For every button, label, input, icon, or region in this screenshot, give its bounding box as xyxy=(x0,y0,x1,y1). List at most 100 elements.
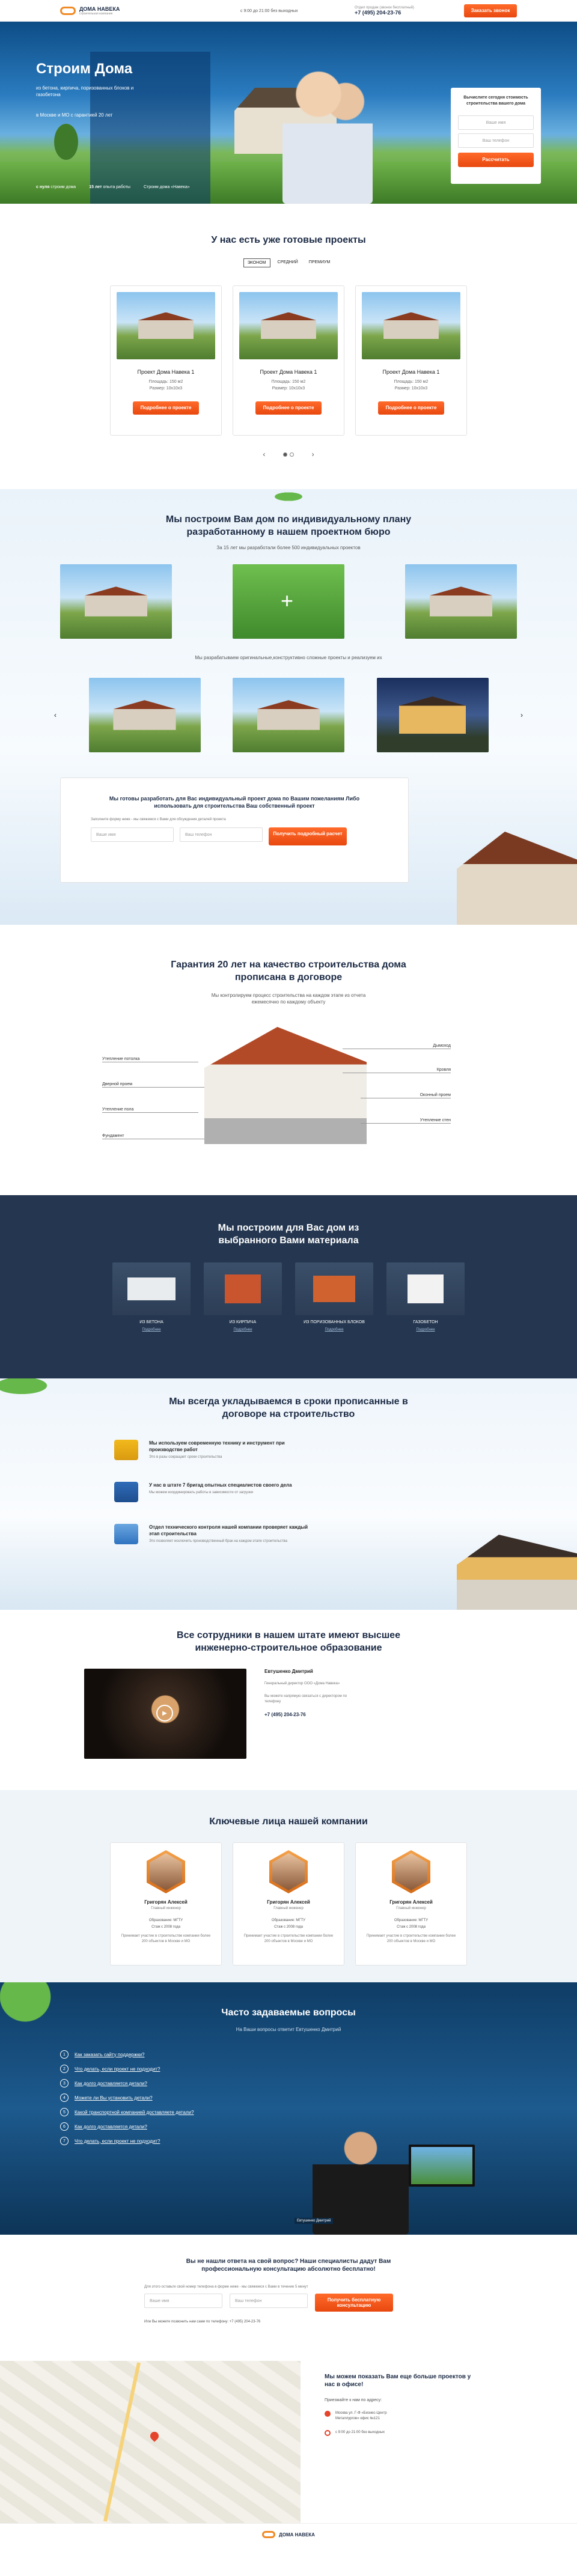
location-icon xyxy=(325,2411,331,2417)
prev-arrow-icon[interactable]: ‹ xyxy=(263,450,265,458)
work-hours: с 9:00 до 21:00 без выходных xyxy=(240,8,298,13)
slider-photo[interactable] xyxy=(88,678,201,752)
tv-image xyxy=(409,2145,475,2187)
faq-question[interactable]: Какой транспортной компанией доставляете… xyxy=(75,2110,194,2115)
faq-item[interactable]: 1 Как заказать сайту поддержки? xyxy=(60,2047,517,2062)
map-pin-icon[interactable] xyxy=(148,2430,160,2442)
project-details-button[interactable]: Подробнее о проекте xyxy=(255,401,322,415)
logo[interactable]: ДОМА НАВЕКА строительная компания xyxy=(60,6,198,16)
deadline-item-text: Это позволяет исключить производственный… xyxy=(149,1539,287,1543)
individual-form-title: Мы готовы разработать для Вас индивидуал… xyxy=(109,796,360,809)
faq-question[interactable]: Как долго доставляется детали? xyxy=(75,2081,147,2086)
individual-name-input[interactable]: Ваше имя xyxy=(91,827,174,842)
deadline-item-title: Отдел технического контроля нашей компан… xyxy=(149,1524,308,1536)
hero-stats: с нуля строим дома 15 лет опыта работы С… xyxy=(36,185,190,189)
contact-submit-button[interactable]: Получить бесплатную консультацию xyxy=(315,2294,393,2312)
faq-question[interactable]: Что делать, если проект не подходит? xyxy=(75,2066,160,2072)
project-name: Проект Дома Навека 1 xyxy=(382,369,440,375)
play-icon[interactable]: ▶ xyxy=(156,1705,173,1722)
custom-project-image[interactable]: + xyxy=(233,564,344,639)
faq-question[interactable]: Как долго доставляется детали? xyxy=(75,2124,147,2130)
faq-question[interactable]: Можете ли Вы установить детали? xyxy=(75,2095,153,2101)
faq-item[interactable]: 4 Можете ли Вы установить детали? xyxy=(60,2090,517,2105)
hero-form: Вычислите сегодня стоимость строительств… xyxy=(451,88,541,184)
project-size: Размер: 10х10х3 xyxy=(149,386,183,391)
staff-video[interactable]: ▶ xyxy=(84,1669,246,1759)
material-link[interactable]: Подробнее xyxy=(295,1328,373,1332)
label-floor-insulation: Утепление пола xyxy=(102,1107,198,1113)
individual-submit-button[interactable]: Получить подробный расчет xyxy=(269,827,347,845)
deadline-item: Отдел технического контроля нашей компан… xyxy=(114,1524,517,1560)
faq-question[interactable]: Что делать, если проект не подходит? xyxy=(75,2139,160,2144)
inspection-icon xyxy=(114,1524,138,1544)
footer-logo[interactable]: ДОМА НАВЕКА xyxy=(262,2531,315,2538)
custom-project-image[interactable] xyxy=(405,564,517,639)
slider-photo[interactable] xyxy=(376,678,489,752)
member-exp: Стаж с 2008 года xyxy=(397,1925,426,1929)
project-area: Площадь: 150 м2 xyxy=(148,380,183,384)
contact-section: Вы не нашли ответа на свой вопрос? Наши … xyxy=(0,2235,577,2361)
project-details-button[interactable]: Подробнее о проекте xyxy=(378,401,444,415)
faq-item[interactable]: 3 Как долго доставляется детали? xyxy=(60,2076,517,2090)
pager-dot[interactable] xyxy=(289,452,294,457)
hero-name-input[interactable]: Ваше имя xyxy=(458,115,534,130)
map-widget[interactable] xyxy=(0,2361,301,2523)
material-image xyxy=(112,1262,191,1315)
material-item[interactable]: ИЗ ПОРИЗОВАННЫХ БЛОКОВ Подробнее xyxy=(295,1262,373,1332)
custom-project-image[interactable] xyxy=(60,564,172,639)
contact-phone-input[interactable]: Ваш телефон xyxy=(230,2294,308,2308)
project-details-button[interactable]: Подробнее о проекте xyxy=(133,401,199,415)
hero-submit-button[interactable]: Рассчитать xyxy=(458,153,534,167)
tab-medium[interactable]: СРЕДНИЙ xyxy=(274,258,302,267)
map-title: Мы можем показать Вам еще больше проекто… xyxy=(325,2374,471,2388)
slider-next-icon[interactable]: › xyxy=(521,711,523,719)
material-link[interactable]: Подробнее xyxy=(112,1328,191,1332)
hero-phone-input[interactable]: Ваш телефон xyxy=(458,133,534,148)
team-section: Ключевые лица нашей компании Григорян Ал… xyxy=(0,1790,577,1982)
faq-question[interactable]: Как заказать сайту поддержки? xyxy=(75,2052,144,2057)
material-item[interactable]: ИЗ БЕТОНА Подробнее xyxy=(112,1262,191,1332)
tab-econom[interactable]: ЭКОНОМ xyxy=(243,258,270,267)
faq-item[interactable]: 6 Как долго доставляется детали? xyxy=(60,2119,517,2134)
plus-icon: + xyxy=(281,588,294,613)
deadline-item-title: Мы используем современную технику и инст… xyxy=(149,1440,285,1452)
logo-caption: строительная компания xyxy=(79,12,113,16)
material-link[interactable]: Подробнее xyxy=(204,1328,282,1332)
concrete-block-icon xyxy=(127,1277,176,1300)
site-footer: ДОМА НАВЕКА xyxy=(0,2523,577,2545)
label-wall-insulation: Утепление стен xyxy=(361,1118,451,1124)
member-edu: Образование: МГТУ xyxy=(394,1919,429,1922)
map-hours: с 9:00 до 21:00 без выходных xyxy=(335,2431,385,2434)
brick-icon xyxy=(225,1274,261,1303)
tab-premium[interactable]: ПРЕМИУМ xyxy=(305,258,334,267)
project-image[interactable] xyxy=(239,292,338,359)
guarantee-subtitle: Мы контролируем процесс строительства на… xyxy=(211,993,366,1005)
slider-photo[interactable] xyxy=(233,678,344,752)
faq-number: 7 xyxy=(60,2137,69,2145)
project-area: Площадь: 150 м2 xyxy=(394,380,429,384)
pager-dot[interactable] xyxy=(283,452,288,457)
header-phone[interactable]: +7 (495) 204-23-76 xyxy=(355,10,433,16)
faq-item[interactable]: 2 Что делать, если проект не подходит? xyxy=(60,2062,517,2076)
contact-name-input[interactable]: Ваше имя xyxy=(144,2294,222,2308)
member-role: Главный инженер xyxy=(151,1907,181,1910)
guarantee-title: Гарантия 20 лет на качество строительств… xyxy=(171,960,406,982)
material-link[interactable]: Подробнее xyxy=(386,1328,465,1332)
person-phone[interactable]: +7 (495) 204-23-76 xyxy=(264,1712,361,1717)
material-item[interactable]: ИЗ КИРПИЧА Подробнее xyxy=(204,1262,282,1332)
faq-item[interactable]: 7 Что делать, если проект не подходит? xyxy=(60,2134,517,2148)
project-name: Проект Дома Навека 1 xyxy=(137,369,195,375)
member-name: Григорян Алексей xyxy=(389,1899,433,1905)
member-edu: Образование: МГТУ xyxy=(271,1919,306,1922)
slider-prev-icon[interactable]: ‹ xyxy=(54,711,56,719)
member-exp: Стаж с 2008 года xyxy=(274,1925,303,1929)
project-image[interactable] xyxy=(117,292,215,359)
workers-icon xyxy=(114,1482,138,1502)
faq-item[interactable]: 5 Какой транспортной компанией доставляет… xyxy=(60,2105,517,2119)
individual-phone-input[interactable]: Ваш телефон xyxy=(180,827,263,842)
next-arrow-icon[interactable]: › xyxy=(312,450,314,458)
material-item[interactable]: ГАЗОБЕТОН Подробнее xyxy=(386,1262,465,1332)
material-name: ИЗ БЕТОНА xyxy=(139,1320,163,1324)
callback-button[interactable]: Заказать звонок xyxy=(464,4,517,17)
project-image[interactable] xyxy=(362,292,460,359)
